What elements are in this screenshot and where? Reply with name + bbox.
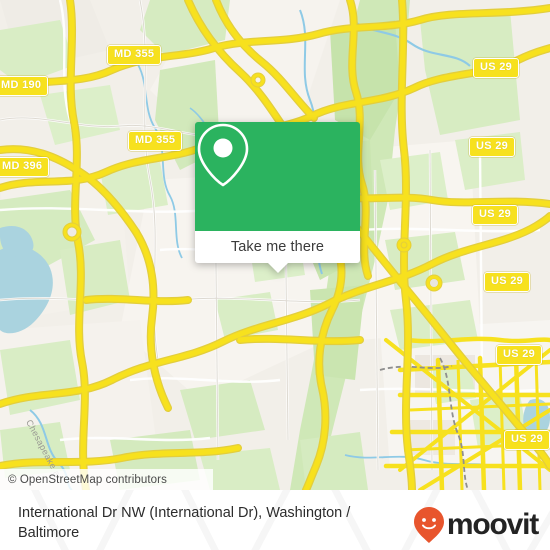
- moovit-pin-icon: [413, 507, 444, 543]
- road-shield[interactable]: US 29: [504, 430, 550, 450]
- footer-bar: International Dr NW (International Dr), …: [0, 490, 550, 550]
- moovit-logo[interactable]: moovit: [413, 503, 539, 544]
- moovit-map-screenshot: MD 355 MD 190 MD 396 MD 355 US 29 US 29 …: [0, 0, 550, 550]
- moovit-wordmark: moovit: [446, 508, 539, 541]
- road-shield[interactable]: US 29: [469, 137, 516, 157]
- callout-header: [195, 122, 360, 231]
- road-shield[interactable]: MD 355: [107, 45, 162, 65]
- location-callout-card[interactable]: Take me there: [195, 122, 360, 273]
- road-shield[interactable]: US 29: [472, 205, 519, 225]
- take-me-there-label: Take me there: [230, 239, 325, 255]
- map-pin-icon: [197, 123, 249, 187]
- road-shield[interactable]: MD 396: [0, 157, 50, 177]
- road-shield[interactable]: US 29: [473, 58, 520, 78]
- map-attribution[interactable]: © OpenStreetMap contributors: [0, 469, 213, 490]
- road-shield[interactable]: US 29: [484, 272, 531, 292]
- map-canvas[interactable]: MD 355 MD 190 MD 396 MD 355 US 29 US 29 …: [0, 0, 550, 490]
- attribution-text: © OpenStreetMap contributors: [8, 473, 167, 486]
- location-title: International Dr NW (International Dr), …: [18, 505, 351, 541]
- road-shield[interactable]: MD 190: [0, 76, 49, 96]
- road-shield[interactable]: US 29: [496, 345, 543, 365]
- callout-pointer: [266, 262, 289, 273]
- road-shield[interactable]: MD 355: [128, 131, 183, 151]
- callout-action-bar[interactable]: Take me there: [195, 231, 360, 273]
